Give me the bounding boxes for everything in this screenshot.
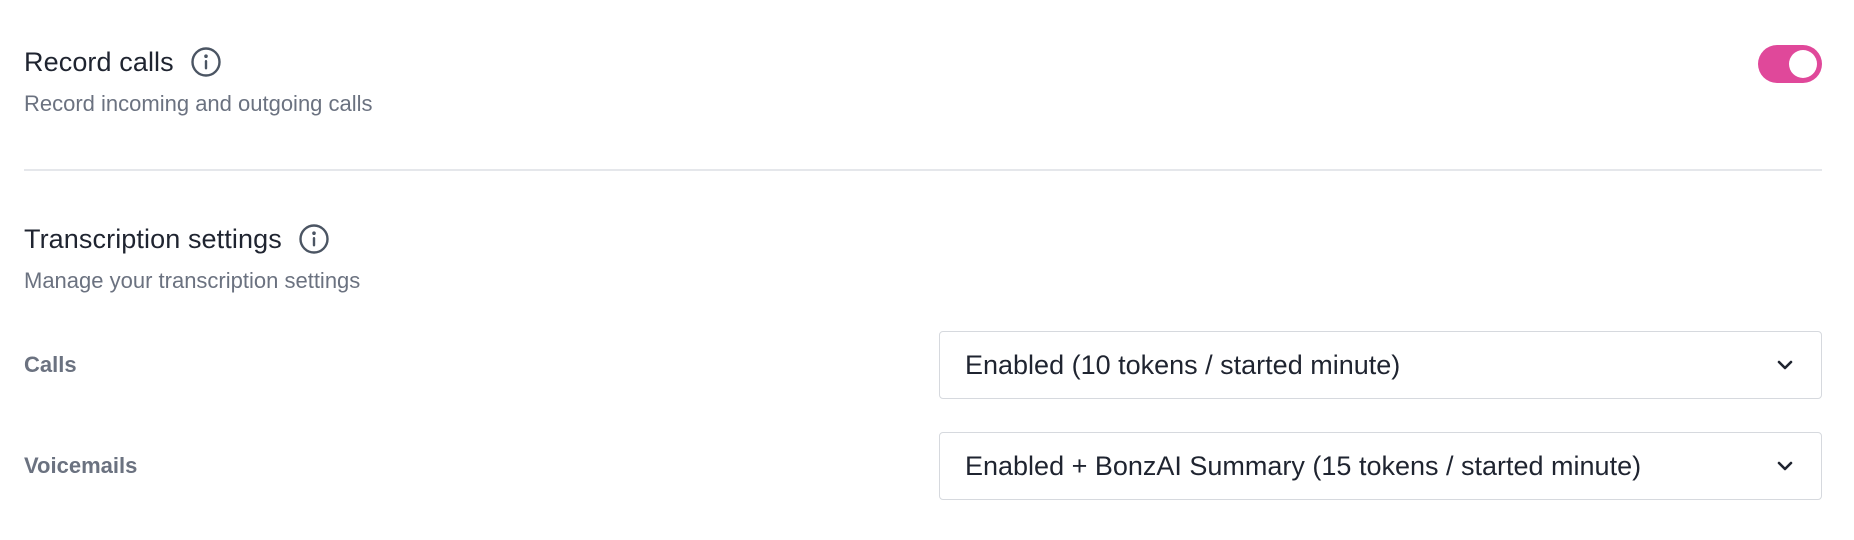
toggle-knob [1789, 50, 1817, 78]
voicemails-transcription-select[interactable]: Enabled + BonzAI Summary (15 tokens / st… [939, 432, 1822, 500]
transcription-settings-header: Transcription settings [24, 223, 330, 255]
section-divider [24, 169, 1822, 171]
chevron-down-icon [1773, 454, 1797, 478]
calls-transcription-select[interactable]: Enabled (10 tokens / started minute) [939, 331, 1822, 399]
record-calls-title: Record calls [24, 46, 174, 77]
calls-transcription-value: Enabled (10 tokens / started minute) [965, 349, 1401, 380]
info-icon[interactable] [298, 223, 330, 255]
chevron-down-icon [1773, 353, 1797, 377]
record-calls-toggle[interactable] [1758, 45, 1822, 83]
record-calls-description: Record incoming and outgoing calls [24, 91, 373, 116]
info-icon[interactable] [190, 46, 222, 78]
voicemails-transcription-value: Enabled + BonzAI Summary (15 tokens / st… [965, 450, 1642, 481]
record-calls-header: Record calls [24, 46, 222, 78]
calls-label: Calls [24, 352, 77, 377]
transcription-settings-title: Transcription settings [24, 223, 282, 254]
transcription-settings-description: Manage your transcription settings [24, 268, 361, 293]
voicemails-label: Voicemails [24, 453, 138, 478]
call-recording-settings: Record calls Record incoming and outgoin… [0, 0, 1854, 540]
